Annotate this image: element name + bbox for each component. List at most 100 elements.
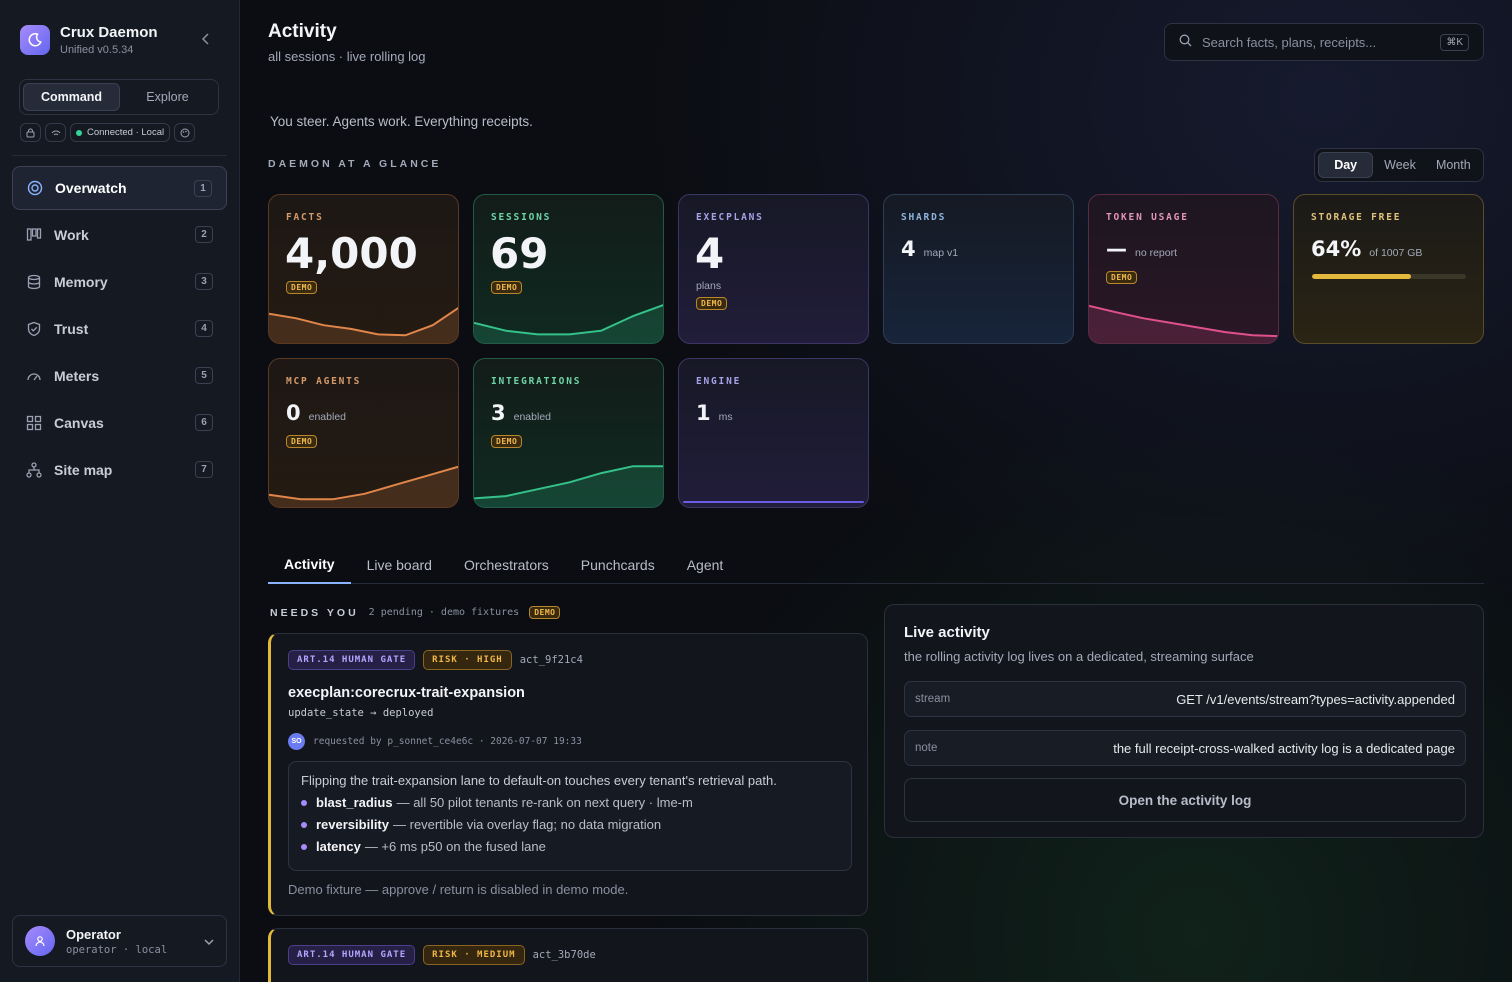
card-value: 0 — [286, 401, 301, 425]
brand: Crux Daemon Unified v0.5.34 — [20, 24, 158, 56]
sidebar-item-memory[interactable]: Memory 3 — [12, 260, 227, 304]
gate-title: execplan:corecrux-trait-expansion — [288, 685, 525, 701]
storage-progress-fill — [1312, 274, 1411, 279]
tab-live-board[interactable]: Live board — [351, 545, 448, 584]
card-value-row: 1 ms — [696, 401, 733, 425]
search-shortcut: ⌘K — [1440, 33, 1469, 51]
sidebar-item-trust[interactable]: Trust 4 — [12, 307, 227, 351]
range-week-button[interactable]: Week — [1373, 152, 1426, 178]
card-label: ENGINE — [696, 376, 742, 387]
token-usage-sparkline — [1089, 304, 1278, 343]
collapse-sidebar-icon[interactable] — [198, 32, 214, 50]
sidebar-item-label: Work — [54, 227, 89, 243]
mode-command-button[interactable]: Command — [23, 83, 120, 111]
bullet-dot — [301, 821, 307, 828]
shortcut-badge: 4 — [195, 320, 213, 337]
search-input[interactable] — [1202, 34, 1441, 50]
palette-icon[interactable] — [174, 123, 196, 142]
card-value: 1 — [696, 401, 711, 425]
tab-orchestrators[interactable]: Orchestrators — [448, 545, 565, 584]
detail-bullet: latency — +6 ms p50 on the fused lane — [301, 839, 839, 854]
range-month-button[interactable]: Month — [1427, 152, 1480, 178]
tab-punchcards[interactable]: Punchcards — [565, 545, 671, 584]
bullet-dot — [301, 843, 307, 850]
card-label: FACTS — [286, 212, 324, 223]
open-activity-log-button[interactable]: Open the activity log — [904, 778, 1466, 822]
sessions-card[interactable]: SESSIONS 69 DEMO — [473, 194, 664, 344]
connection-status-text: Connected · Local — [87, 127, 165, 138]
card-value: 3 — [491, 401, 506, 425]
bullet-text: — all 50 pilot tenants re-rank on next q… — [396, 795, 693, 810]
signal-icon[interactable] — [45, 123, 66, 142]
stream-field: stream GET /v1/events/stream?types=activ… — [904, 681, 1466, 717]
sparkline-area — [474, 305, 663, 343]
action-id: act_9f21c4 — [519, 654, 583, 666]
sidebar-item-meters[interactable]: Meters 5 — [12, 354, 227, 398]
field-key: note — [915, 742, 938, 754]
token-usage-card[interactable]: TOKEN USAGE — no report DEMO — [1088, 194, 1279, 344]
lock-icon[interactable] — [20, 123, 41, 142]
demo-badge: DEMO — [1106, 271, 1138, 284]
main-content: Activity all sessions · live rolling log… — [240, 0, 1512, 982]
storage-card[interactable]: STORAGE FREE 64% of 1007 GB — [1293, 194, 1484, 344]
bullet-key: reversibility — [316, 817, 389, 832]
gate-card[interactable]: ART.14 HUMAN GATE RISK · MEDIUM act_3b70… — [268, 928, 868, 982]
tagline: You steer. Agents work. Everything recei… — [270, 114, 533, 129]
search-icon — [1179, 34, 1192, 50]
range-day-button[interactable]: Day — [1318, 152, 1374, 178]
storage-progress-bar — [1312, 274, 1466, 279]
mcp-agents-sparkline — [269, 465, 458, 507]
shards-card[interactable]: SHARDS 4 map v1 — [883, 194, 1074, 344]
shortcut-badge: 1 — [194, 180, 212, 197]
card-value-row: 64% of 1007 GB — [1311, 237, 1422, 261]
gate-card[interactable]: ART.14 HUMAN GATE RISK · HIGH act_9f21c4… — [268, 633, 868, 916]
engine-card[interactable]: ENGINE 1 ms — [678, 358, 869, 508]
card-value: 69 — [490, 229, 549, 278]
tab-activity[interactable]: Activity — [268, 545, 351, 584]
needs-you-count: 2 pending · demo fixtures — [368, 607, 520, 618]
user-avatar-icon — [25, 926, 55, 956]
sidebar-item-site-map[interactable]: Site map 7 — [12, 448, 227, 492]
integrations-sparkline — [474, 465, 663, 507]
user-subtitle: operator · local — [66, 943, 168, 956]
bullet-dot — [301, 799, 307, 806]
mcp-agents-card[interactable]: MCP AGENTS 0 enabled DEMO — [268, 358, 459, 508]
card-unit: enabled — [308, 411, 346, 423]
sidebar-item-work[interactable]: Work 2 — [12, 213, 227, 257]
page-title: Activity — [268, 21, 337, 42]
execplans-card[interactable]: EXECPLANS 4 plans DEMO — [678, 194, 869, 344]
needs-you-header: NEEDS YOU 2 pending · demo fixtures DEMO — [270, 606, 561, 619]
user-menu[interactable]: Operator operator · local — [12, 915, 227, 967]
mode-explore-button[interactable]: Explore — [120, 83, 215, 111]
demo-badge: DEMO — [286, 435, 318, 448]
risk-badge: RISK · MEDIUM — [423, 945, 525, 965]
card-value-row: 3 enabled — [491, 401, 551, 425]
facts-card[interactable]: FACTS 4,000 DEMO — [268, 194, 459, 344]
sidebar-nav: Overwatch 1 Work 2 Memory 3 Trust 4 Mete… — [12, 166, 227, 495]
mode-switch: Command Explore — [19, 79, 219, 115]
sparkline-area — [269, 308, 458, 343]
note-field: note the full receipt-cross-walked activ… — [904, 730, 1466, 766]
bullet-text: — +6 ms p50 on the fused lane — [364, 839, 546, 854]
search-box[interactable]: ⌘K — [1164, 23, 1484, 61]
tab-agent[interactable]: Agent — [671, 545, 740, 584]
art-badge: ART.14 HUMAN GATE — [288, 945, 416, 965]
connection-status-badge: Connected · Local — [70, 123, 171, 142]
sidebar-item-canvas[interactable]: Canvas 6 — [12, 401, 227, 445]
status-row: Connected · Local — [20, 123, 196, 142]
gauge-icon — [26, 368, 42, 384]
live-activity-subtitle: the rolling activity log lives on a dedi… — [904, 649, 1254, 664]
art-badge: ART.14 HUMAN GATE — [288, 650, 416, 670]
shortcut-badge: 2 — [195, 226, 213, 243]
sidebar-item-label: Memory — [54, 274, 108, 290]
demo-badge: DEMO — [696, 297, 728, 310]
sidebar-item-label: Trust — [54, 321, 89, 337]
integrations-card[interactable]: INTEGRATIONS 3 enabled DEMO — [473, 358, 664, 508]
gate-badges: ART.14 HUMAN GATE RISK · HIGH act_9f21c4 — [288, 650, 583, 670]
bullet-text: — revertible via overlay flag; no data m… — [393, 817, 662, 832]
shortcut-badge: 7 — [195, 461, 213, 478]
sidebar-item-overwatch[interactable]: Overwatch 1 — [12, 166, 227, 210]
live-activity-title: Live activity — [904, 624, 990, 641]
bullet-key: blast_radius — [316, 795, 393, 810]
facts-sparkline — [269, 306, 458, 343]
